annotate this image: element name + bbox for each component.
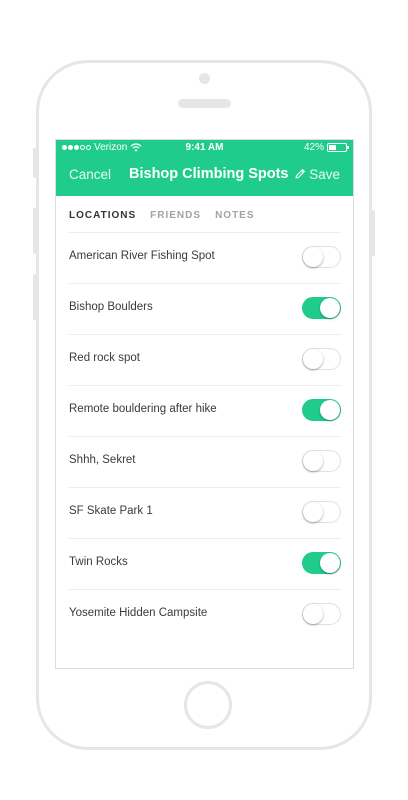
location-name: Yosemite Hidden Campsite: [69, 607, 208, 619]
cancel-button[interactable]: Cancel: [69, 167, 111, 182]
volume-down-button: [33, 274, 37, 320]
toggle-knob: [303, 502, 323, 522]
toggle-knob: [303, 604, 323, 624]
location-toggle[interactable]: [302, 501, 341, 523]
app-header: Verizon 9:41 AM 42% Cancel Bishop Climbi…: [56, 140, 353, 196]
location-name: Shhh, Sekret: [69, 454, 136, 466]
location-name: Remote bouldering after hike: [69, 403, 217, 415]
location-toggle[interactable]: [302, 603, 341, 625]
list-item: SF Skate Park 1: [69, 487, 341, 538]
toggle-knob: [320, 298, 340, 318]
battery-icon: [327, 143, 349, 152]
tab-friends[interactable]: FRIENDS: [150, 210, 201, 221]
list-item: Twin Rocks: [69, 538, 341, 589]
list-item: Yosemite Hidden Campsite: [69, 589, 341, 640]
locations-list: American River Fishing Spot Bishop Bould…: [69, 232, 341, 640]
list-item: Red rock spot: [69, 334, 341, 385]
location-toggle[interactable]: [302, 399, 341, 421]
toggle-knob: [303, 451, 323, 471]
app-screen: Verizon 9:41 AM 42% Cancel Bishop Climbi…: [55, 139, 354, 669]
toggle-knob: [303, 247, 323, 267]
location-name: Red rock spot: [69, 352, 140, 364]
toggle-knob: [320, 400, 340, 420]
speaker-grille: [178, 99, 231, 108]
toggle-knob: [320, 553, 340, 573]
home-button[interactable]: [184, 681, 232, 729]
status-bar: Verizon 9:41 AM 42%: [56, 142, 353, 156]
list-item: Remote bouldering after hike: [69, 385, 341, 436]
nav-bar: Cancel Bishop Climbing Spots Save: [56, 166, 353, 188]
silent-switch: [33, 148, 37, 178]
save-button[interactable]: Save: [309, 167, 340, 182]
location-toggle[interactable]: [302, 552, 341, 574]
location-name: Bishop Boulders: [69, 301, 153, 313]
location-toggle[interactable]: [302, 297, 341, 319]
location-toggle[interactable]: [302, 246, 341, 268]
front-camera: [199, 73, 210, 84]
page-title[interactable]: Bishop Climbing Spots: [129, 166, 306, 182]
tab-notes[interactable]: NOTES: [215, 210, 254, 221]
list-item: Bishop Boulders: [69, 283, 341, 334]
tab-bar: LOCATIONS FRIENDS NOTES: [69, 210, 255, 221]
tab-locations[interactable]: LOCATIONS: [69, 210, 136, 221]
location-name: American River Fishing Spot: [69, 250, 215, 262]
location-name: SF Skate Park 1: [69, 505, 153, 517]
location-toggle[interactable]: [302, 450, 341, 472]
battery-percent: 42%: [303, 142, 324, 153]
page-title-text: Bishop Climbing Spots: [129, 166, 289, 182]
pencil-icon[interactable]: [294, 168, 306, 180]
location-toggle[interactable]: [302, 348, 341, 370]
list-item: Shhh, Sekret: [69, 436, 341, 487]
list-item: American River Fishing Spot: [69, 232, 341, 283]
volume-up-button: [33, 208, 37, 254]
toggle-knob: [303, 349, 323, 369]
power-button: [371, 210, 375, 256]
location-name: Twin Rocks: [69, 556, 128, 568]
